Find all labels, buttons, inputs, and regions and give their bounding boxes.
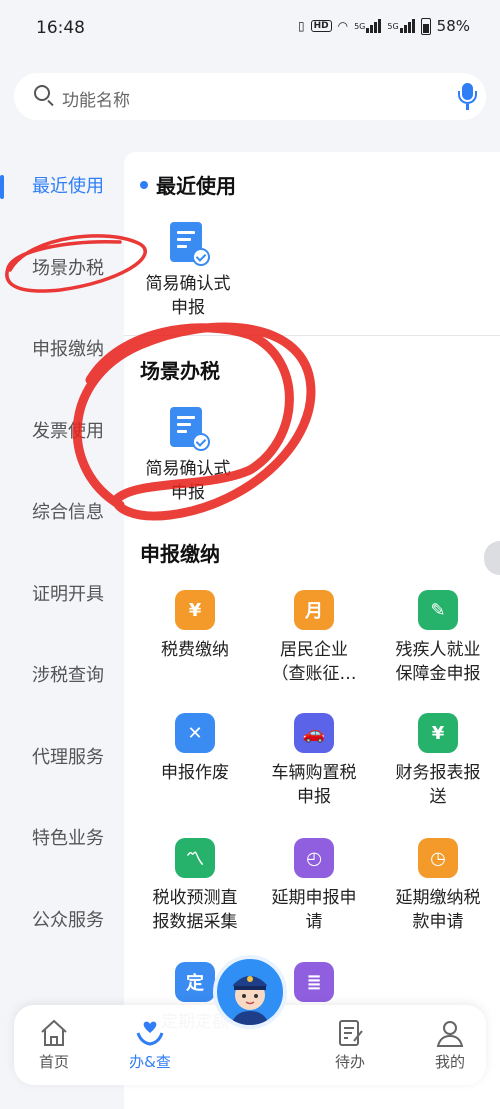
section-title-declare: 申报缴纳: [140, 542, 220, 566]
tile-label: 居民企业 （查账征…: [271, 640, 357, 684]
tile-label: 简易确认式 申报: [145, 274, 231, 318]
sidebar-item-agency[interactable]: 代理服务: [0, 733, 124, 783]
tile-declare-2[interactable]: ✎ 残疾人就业 保障金申报: [378, 588, 498, 686]
section-title-recent: 最近使用: [140, 170, 236, 199]
car-icon: 🚗: [292, 711, 336, 755]
sidebar-item-public[interactable]: 公众服务: [0, 896, 124, 946]
calendar-icon: 月: [292, 588, 336, 632]
tile-label: 税收预测直 报数据采集: [152, 888, 238, 932]
search-bar[interactable]: 功能名称: [14, 73, 486, 120]
edit-icon: ✎: [416, 588, 460, 632]
sidebar-item-query[interactable]: 涉税查询: [0, 651, 124, 701]
search-input[interactable]: 功能名称: [62, 86, 130, 111]
tile-label: 财务报表报送: [395, 763, 481, 807]
sidebar-item-invoice[interactable]: 发票使用: [0, 407, 124, 457]
tile-label: 车辆购置税 申报: [271, 763, 357, 807]
list-doc-icon: ≣: [292, 960, 336, 1004]
status-time: 16:48: [36, 18, 85, 38]
sidebar-item-scene[interactable]: 场景办税: [0, 244, 124, 294]
nav-todo[interactable]: 待办: [310, 1005, 390, 1085]
signal-icon-2: 5G: [387, 19, 415, 33]
status-icons: ▯ HD ◠ 5G 5G 58%: [298, 17, 470, 35]
section-title-scene: 场景办税: [140, 359, 220, 383]
search-icon: [34, 85, 50, 101]
nav-mine[interactable]: 我的: [410, 1005, 490, 1085]
sidebar-item-special[interactable]: 特色业务: [0, 814, 124, 864]
tile-declare-0[interactable]: ¥ 税费缴纳: [135, 588, 255, 662]
wallet-icon: ¥: [173, 588, 217, 632]
hd-icon: HD: [310, 20, 332, 32]
heart-hands-icon: [134, 1017, 166, 1049]
nav-mine-label: 我的: [434, 1053, 465, 1071]
tile-declare-1[interactable]: 月居民企业 （查账征…: [254, 588, 374, 686]
home-icon: [38, 1017, 70, 1049]
clock-icon: ◴: [292, 836, 336, 880]
sidebar-item-recent[interactable]: 最近使用: [0, 162, 124, 212]
report-icon: ¥: [416, 711, 460, 755]
cancel-declaration-icon: ✕: [173, 711, 217, 755]
tile-declare-8[interactable]: ◷ 延期缴纳税 款申请: [378, 836, 498, 934]
nav-todo-label: 待办: [334, 1053, 365, 1071]
nav-home[interactable]: 首页: [14, 1005, 94, 1085]
nav-handle-query[interactable]: 办&查: [110, 1005, 190, 1085]
tile-simple-declaration-recent[interactable]: 简易确认式 申报: [128, 222, 248, 320]
battery-icon: [420, 17, 431, 35]
vibrate-icon: ▯: [297, 19, 305, 33]
sidebar-item-info[interactable]: 综合信息: [0, 488, 124, 538]
sidebar-item-declare[interactable]: 申报缴纳: [0, 325, 124, 375]
tile-label: 残疾人就业 保障金申报: [395, 640, 481, 684]
document-clock-icon: ◷: [416, 836, 460, 880]
document-check-icon: [166, 222, 210, 266]
sidebar-item-certificate[interactable]: 证明开具: [0, 570, 124, 620]
section-divider: [124, 335, 500, 336]
tile-label: 简易确认式 申报: [145, 459, 231, 503]
wifi-icon: ◠: [337, 19, 349, 33]
tile-declare-6[interactable]: 〽税收预测直 报数据采集: [135, 836, 255, 934]
category-sidebar: 最近使用 场景办税 申报缴纳 发票使用 综合信息 证明开具 涉税查询 代理服务 …: [0, 138, 124, 1109]
document-check-icon: [166, 407, 210, 451]
battery-level: 58%: [436, 17, 470, 35]
nav-handle-query-label: 办&查: [129, 1053, 171, 1071]
tile-declare-7[interactable]: ◴ 延期申报申请: [254, 836, 374, 934]
fixed-quota-icon: 定: [173, 960, 217, 1004]
todo-icon: [334, 1017, 366, 1049]
chart-monitor-icon: 〽: [173, 836, 217, 880]
tile-declare-4[interactable]: 🚗 车辆购置税 申报: [254, 711, 374, 809]
microphone-icon[interactable]: [458, 83, 478, 111]
section-dot-icon: [140, 180, 148, 189]
tile-declare-5[interactable]: ¥ 财务报表报送: [378, 711, 498, 809]
tile-label: 延期申报申请: [271, 888, 357, 932]
tile-label: 申报作废: [161, 763, 229, 783]
profile-icon: [434, 1017, 466, 1049]
status-bar: 16:48 ▯ HD ◠ 5G 5G 58%: [0, 0, 500, 60]
tile-declare-3[interactable]: ✕ 申报作废: [135, 711, 255, 785]
mascot-avatar-icon[interactable]: [213, 955, 287, 1029]
tile-simple-declaration-scene[interactable]: 简易确认式 申报: [128, 407, 248, 505]
tile-label: 税费缴纳: [161, 640, 229, 660]
tile-label: 延期缴纳税 款申请: [395, 888, 481, 932]
nav-home-label: 首页: [38, 1053, 69, 1071]
signal-icon-1: 5G: [354, 19, 382, 33]
section-title-recent-text: 最近使用: [156, 174, 236, 198]
